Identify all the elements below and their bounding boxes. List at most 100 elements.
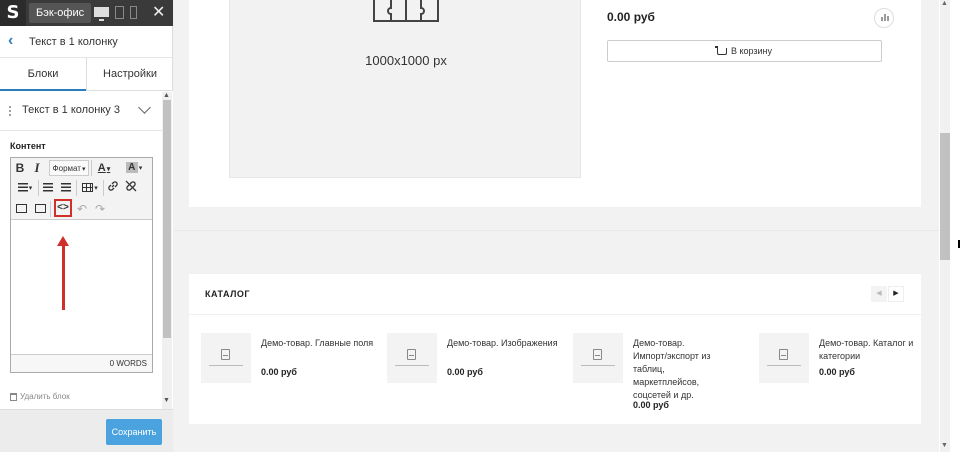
carousel-prev-button[interactable]: ◀ [871,286,887,302]
annotation-arrow-shaft [62,244,65,310]
tablet-view-icon[interactable] [115,6,124,19]
phone-view-icon[interactable] [130,6,137,19]
carousel-next-button[interactable]: ▶ [888,286,904,302]
catalog-title: КАТАЛОГ [205,289,251,299]
catalog-divider [189,314,921,315]
toolbar-divider [50,201,51,217]
product-price: 0.00 руб [607,10,655,24]
link-button[interactable] [106,180,120,196]
top-bar: S Бэк-офис ✕ [0,0,173,26]
logo[interactable]: S [0,0,26,26]
toolbar-divider [38,180,39,196]
scroll-down-icon[interactable]: ▼ [941,442,948,449]
bold-button[interactable]: B [14,160,26,176]
catalog-item-thumbnail[interactable] [201,333,251,383]
catalog-item-price: 0.00 руб [819,367,855,377]
tab-blocks[interactable]: Блоки [0,58,86,91]
toolbar-divider [91,160,92,176]
section-divider [174,230,939,231]
undo-icon[interactable]: ↶ [75,201,89,217]
panel-scrollbar[interactable]: ▲ ▼ [162,92,172,410]
numbered-list-button[interactable] [59,180,73,196]
catalog-item-thumbnail[interactable] [387,333,437,383]
bullet-list-icon [43,182,53,192]
chevron-down-icon: ▾ [94,185,98,192]
panel-header: ‹ Текст в 1 колонку [0,26,173,58]
chevron-down-icon: ▾ [106,166,111,173]
stats-icon[interactable] [874,8,894,28]
scroll-up-icon[interactable]: ▲ [163,92,170,99]
background-color-icon: A [125,162,138,173]
background-color-button[interactable]: A ▾ [121,160,147,176]
redo-icon[interactable]: ↷ [93,201,107,217]
catalog-item-thumbnail[interactable] [759,333,809,383]
catalog-item[interactable]: Демо-товар. Изображения 0.00 руб [387,333,567,423]
product-image-placeholder: 1000x1000 px [229,0,581,178]
product-placeholder-icon [593,349,602,360]
catalog-item-name[interactable]: Демо-товар. Каталог и категории [819,337,917,363]
scroll-down-icon[interactable]: ▼ [163,397,170,404]
panel-scroll-area: Текст в 1 колонку 3 Контент B I Формат▾ … [0,91,173,409]
insert-media-button[interactable] [33,201,47,217]
backoffice-button[interactable]: Бэк-офис [29,3,92,23]
catalog-item-name[interactable]: Демо-товар. Главные поля [261,337,381,350]
chevron-down-icon[interactable] [138,101,151,114]
editor-toolbar: B I Формат▾ A▾ A ▾ ▾ ▾ <> ↶ ↷ [11,158,152,220]
chevron-down-icon: ▾ [138,165,143,172]
product-placeholder-icon [407,349,416,360]
content-label: Контент [10,141,46,151]
editor-status-bar: 0 WORDS [11,354,152,372]
toolbar-divider [103,180,104,196]
catalog-item-name[interactable]: Демо-товар. Изображения [447,337,567,350]
image-size-label: 1000x1000 px [365,53,447,68]
panel-tabs: Блоки Настройки [0,58,173,91]
bullet-list-button[interactable] [41,180,55,196]
insert-image-button[interactable] [14,201,28,217]
catalog-item-price: 0.00 руб [447,367,483,377]
trash-icon [10,392,17,401]
text-color-icon: A [97,162,106,174]
editor-panel: S Бэк-офис ✕ ‹ Текст в 1 колонку Блоки Н… [0,0,173,452]
close-icon[interactable]: ✕ [152,3,165,23]
word-count: 0 WORDS [109,359,147,368]
catalog-item[interactable]: Демо-товар. Каталог и категории 0.00 руб [759,333,939,423]
text-color-button[interactable]: A▾ [93,160,115,176]
block-row[interactable]: Текст в 1 колонку 3 [0,91,162,131]
catalog-item-name[interactable]: Демо-товар. Импорт/экспорт из таблиц, ма… [633,337,719,402]
back-arrow-icon[interactable]: ‹ [8,32,13,50]
rich-text-editor: B I Формат▾ A▾ A ▾ ▾ ▾ <> ↶ ↷ 0 WORDS [10,157,153,373]
page-scrollbar[interactable]: ▲ ▼ [939,0,960,452]
align-left-icon [17,182,28,192]
format-dropdown[interactable]: Формат▾ [49,160,89,176]
tab-settings[interactable]: Настройки [86,58,173,91]
delete-block-label: Удалить блок [20,392,70,401]
numbered-list-icon [61,182,71,192]
cart-icon [714,46,727,55]
toolbar-divider [76,180,77,196]
catalog-item[interactable]: Демо-товар. Главные поля 0.00 руб [201,333,381,423]
drag-handle-icon[interactable] [8,105,12,117]
source-code-button[interactable]: <> [54,199,72,217]
save-button[interactable]: Сохранить [106,419,162,445]
page-scrollbar-thumb[interactable] [940,133,950,260]
link-icon [108,181,118,191]
panel-scrollbar-thumb[interactable] [163,100,171,338]
catalog-item[interactable]: Демо-товар. Импорт/экспорт из таблиц, ма… [573,333,753,423]
product-card: 1000x1000 px 0.00 руб В корзину [189,0,921,207]
panel-footer: Сохранить [0,409,173,452]
table-icon [82,182,94,192]
panel-title: Текст в 1 колонку [29,36,118,48]
product-placeholder-icon [779,349,788,360]
product-placeholder-icon [221,349,230,360]
italic-button[interactable]: I [31,160,43,176]
align-button[interactable]: ▾ [14,180,36,196]
add-to-cart-button[interactable]: В корзину [607,40,882,62]
image-placeholder-icon [373,0,439,22]
table-button[interactable]: ▾ [79,180,101,196]
delete-block-link[interactable]: Удалить блок [10,392,70,401]
scroll-up-icon[interactable]: ▲ [941,0,948,7]
media-icon [34,203,46,213]
unlink-button[interactable] [124,180,138,196]
catalog-item-thumbnail[interactable] [573,333,623,383]
desktop-view-icon[interactable] [94,7,109,21]
